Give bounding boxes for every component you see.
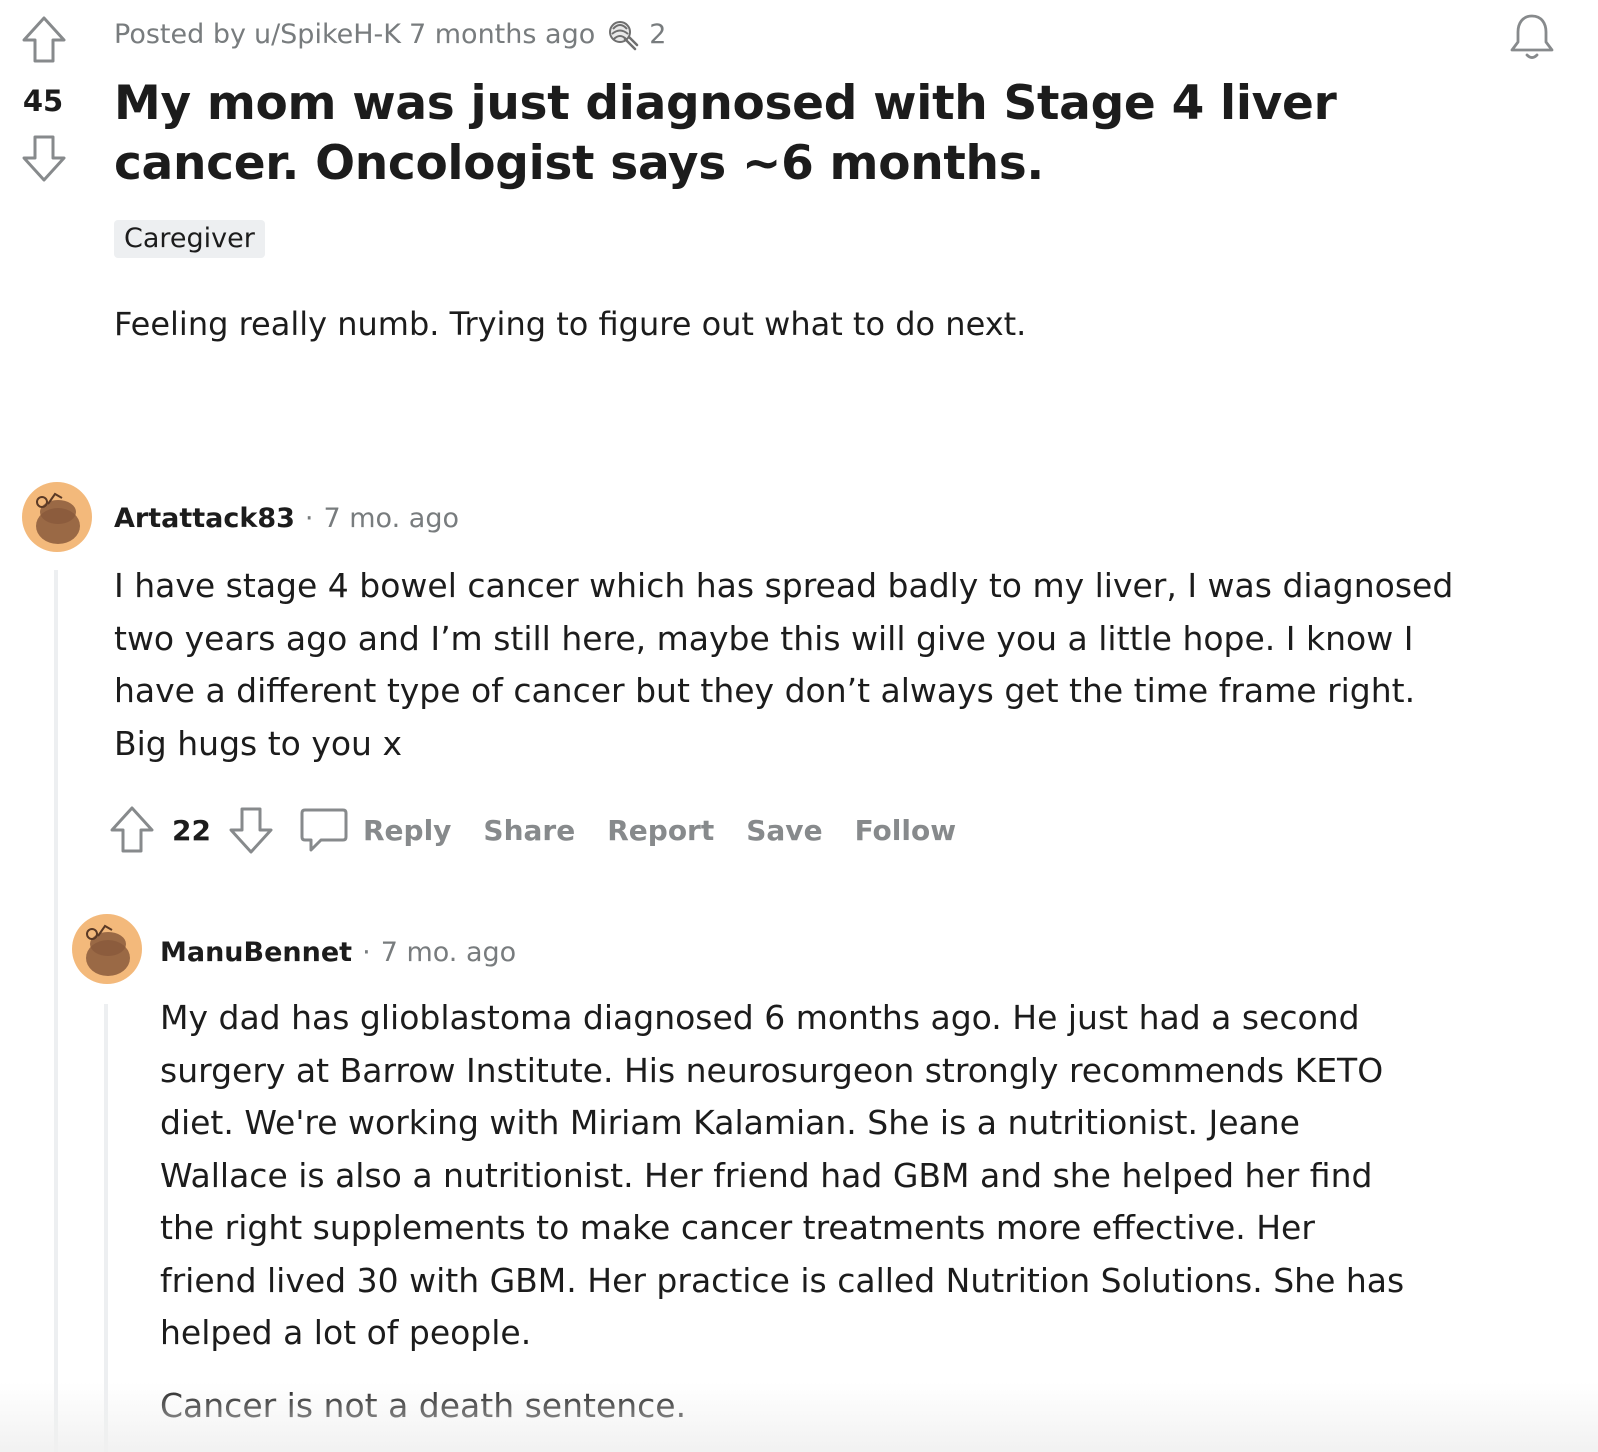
award-count: 2 <box>649 18 667 50</box>
post-meta: Posted by u/SpikeH-K 7 months ago 2 <box>114 14 666 54</box>
post-title[interactable]: My mom was just diagnosed with Stage 4 l… <box>114 74 1414 194</box>
comment-meta: Artattack83 · 7 mo. ago <box>114 498 459 538</box>
share-button[interactable]: Share <box>483 814 575 847</box>
reply-avatar[interactable] <box>72 914 142 984</box>
comment-text: I have stage 4 bowel cancer which has sp… <box>114 566 1454 763</box>
follow-button[interactable]: Follow <box>855 814 957 847</box>
comment-avatar[interactable] <box>22 482 92 552</box>
comment-author[interactable]: Artattack83 <box>114 503 295 534</box>
reply-thread-line[interactable] <box>104 1004 108 1452</box>
post-time: 7 months ago <box>408 18 596 50</box>
comment-downvote-icon[interactable] <box>227 804 275 856</box>
award-icon[interactable] <box>603 15 641 53</box>
report-button[interactable]: Report <box>607 814 714 847</box>
snoo-avatar-icon <box>36 492 80 544</box>
thread-line[interactable] <box>54 570 58 1452</box>
reply-meta: ManuBennet · 7 mo. ago <box>160 932 516 972</box>
post-body: Feeling really numb. Trying to figure ou… <box>114 305 1027 343</box>
comment-time[interactable]: 7 mo. ago <box>324 503 459 534</box>
posted-by-label: Posted by <box>114 18 246 50</box>
post-flair[interactable]: Caregiver <box>114 220 265 258</box>
comment-score: 22 <box>172 813 211 847</box>
save-button[interactable]: Save <box>746 814 822 847</box>
post-downvote-icon[interactable] <box>18 132 70 184</box>
comment-actions: 22 Reply Share Report Save Follow <box>108 802 988 858</box>
bell-icon[interactable] <box>1506 10 1558 62</box>
reply-paragraph: My dad has glioblastoma diagnosed 6 mont… <box>160 998 1405 1352</box>
post-score: 45 <box>22 84 64 118</box>
meta-separator: · <box>362 936 371 968</box>
reply-paragraph: Cancer is not a death sentence. <box>160 1386 687 1425</box>
comment-bubble-icon[interactable] <box>299 804 349 856</box>
reply-author[interactable]: ManuBennet <box>160 937 352 968</box>
comment-upvote-icon[interactable] <box>108 804 156 856</box>
snoo-avatar-icon <box>86 924 130 976</box>
reply-button[interactable]: Reply <box>363 814 451 847</box>
post-author-link[interactable]: u/SpikeH-K <box>254 19 401 50</box>
reply-time[interactable]: 7 mo. ago <box>381 937 516 968</box>
meta-separator: · <box>304 502 314 534</box>
post-upvote-icon[interactable] <box>18 14 70 66</box>
